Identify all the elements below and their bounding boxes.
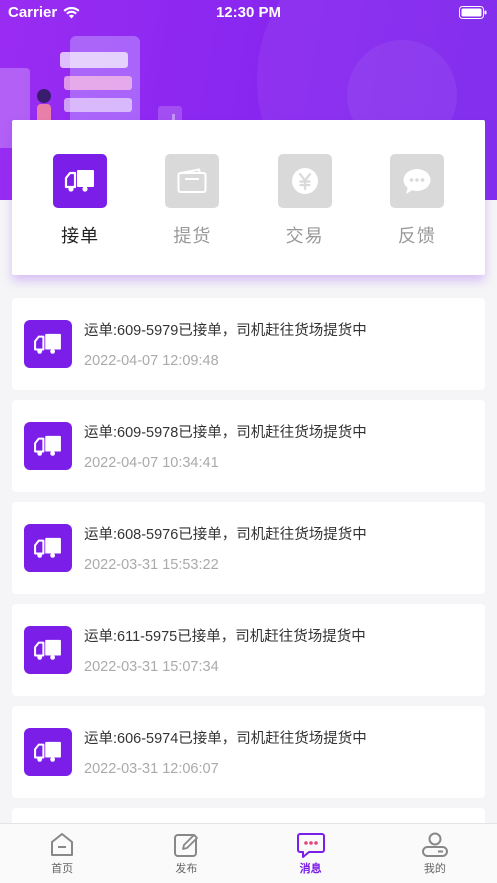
tab-label: 消息: [299, 863, 322, 875]
category-delivery[interactable]: 提货: [152, 120, 232, 275]
clock: 12:30 PM: [215, 4, 282, 21]
message-item[interactable]: 运单:608-5976已接单，司机赶往货场提货中 2022-03-31 15:5…: [12, 502, 485, 594]
message-item[interactable]: 运单:609-5978已接单，司机赶往货场提货中 2022-04-07 10:3…: [12, 400, 485, 492]
tab-messages[interactable]: 消息: [249, 824, 373, 883]
message-title: 运单:611-5975已接单，司机赶往货场提货中: [84, 629, 366, 645]
tab-profile[interactable]: 我的: [373, 824, 497, 883]
message-title: 运单:606-5974已接单，司机赶往货场提货中: [84, 731, 367, 747]
message-title: 运单:609-5978已接单，司机赶往货场提货中: [84, 425, 367, 441]
category-pickup-orders[interactable]: 接单: [40, 120, 120, 275]
truck-icon: [24, 626, 72, 674]
message-time: 2022-03-31 15:53:22: [84, 557, 219, 573]
message-time: 2022-04-07 10:34:41: [84, 455, 219, 471]
message-time: 2022-04-07 12:09:48: [84, 353, 219, 369]
tab-label: 我的: [423, 863, 446, 875]
message-content: 运单:606-5974已接单，司机赶往货场提货中 2022-03-31 12:0…: [84, 727, 367, 777]
truck-icon: [24, 320, 72, 368]
message-item[interactable]: 运单:611-5975已接单，司机赶往货场提货中 2022-03-31 15:0…: [12, 604, 485, 696]
chat-icon: [389, 154, 444, 208]
message-icon: [296, 833, 325, 858]
tab-label: 首页: [51, 863, 74, 875]
message-time: 2022-03-31 15:07:34: [84, 659, 219, 675]
category-label: 反馈: [397, 226, 436, 246]
category-transactions[interactable]: 交易: [265, 120, 345, 275]
profile-icon: [421, 832, 448, 857]
truck-icon: [24, 524, 72, 572]
message-content: 运单:611-5975已接单，司机赶往货场提货中 2022-03-31 15:0…: [84, 625, 366, 675]
category-feedback[interactable]: 反馈: [377, 120, 457, 275]
wallet-icon: [165, 154, 220, 208]
message-item[interactable]: 运单:606-5974已接单，司机赶往货场提货中 2022-03-31 12:0…: [12, 706, 485, 798]
yen-icon: [277, 154, 332, 208]
message-content: 运单:608-5976已接单，司机赶往货场提货中 2022-03-31 15:5…: [84, 523, 367, 573]
message-item[interactable]: 运单:609-5979已接单，司机赶往货场提货中 2022-04-07 12:0…: [12, 298, 485, 390]
tab-publish[interactable]: 发布: [124, 824, 248, 883]
truck-icon: [53, 154, 108, 208]
truck-icon: [24, 422, 72, 470]
truck-icon: [24, 728, 72, 776]
message-content: 运单:609-5978已接单，司机赶往货场提货中 2022-04-07 10:3…: [84, 421, 367, 471]
message-title: 运单:609-5979已接单，司机赶往货场提货中: [84, 323, 367, 339]
message-time: 2022-03-31 12:06:07: [84, 761, 219, 777]
home-icon: [51, 833, 74, 856]
battery-icon: [459, 6, 487, 19]
message-list: 运单:609-5979已接单，司机赶往货场提货中 2022-04-07 12:0…: [12, 298, 485, 883]
category-label: 提货: [173, 226, 212, 246]
bottom-tab-bar: 首页 发布 消息 我的: [0, 823, 497, 883]
tab-home[interactable]: 首页: [0, 824, 124, 883]
category-selector: 接单 提货 交易 反馈: [12, 120, 485, 275]
category-label: 接单: [61, 226, 100, 246]
edit-icon: [174, 834, 199, 857]
message-title: 运单:608-5976已接单，司机赶往货场提货中: [84, 527, 367, 543]
message-content: 运单:609-5979已接单，司机赶往货场提货中 2022-04-07 12:0…: [84, 319, 367, 369]
status-bar: Carrier 12:30 PM: [0, 0, 497, 26]
category-label: 交易: [285, 226, 324, 246]
tab-label: 发布: [175, 863, 198, 875]
